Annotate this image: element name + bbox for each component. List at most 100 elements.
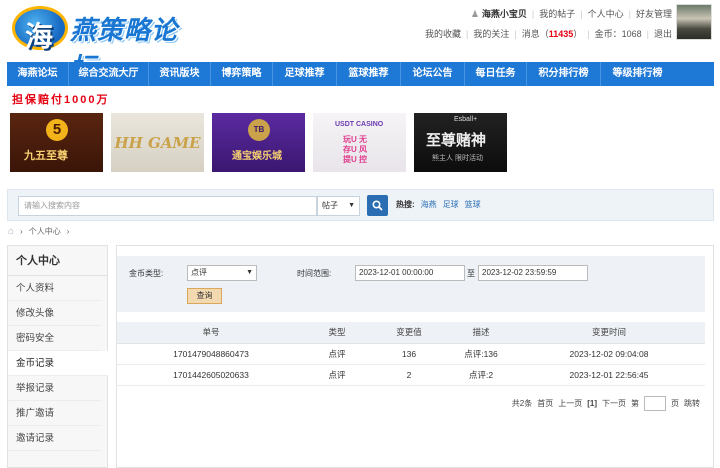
table-row: 1701442605020633 点评 2 点评:2 2023-12-01 22… xyxy=(117,364,705,386)
nav-item-strategy[interactable]: 博弈策略 xyxy=(211,62,273,86)
main-panel: 金币类型: 点评 ▼ 时间范围: 2023-12-01 00:00:00 至 2… xyxy=(116,245,714,468)
query-button[interactable]: 查询 xyxy=(187,288,222,304)
hot-search-label: 热搜: xyxy=(396,200,415,209)
sidebar-item-coin-records[interactable]: 金币记录 xyxy=(8,351,108,376)
ad-banner-tongbao[interactable]: TB 通宝娱乐城 xyxy=(212,113,305,172)
divider: | xyxy=(587,28,590,39)
username-link[interactable]: 海燕小宝贝 xyxy=(482,7,527,20)
pager-goto-prefix: 第 xyxy=(631,399,639,408)
logout-link[interactable]: 退出 xyxy=(654,27,672,40)
cell-time: 2023-12-02 09:04:08 xyxy=(513,343,705,365)
ad-usdt-side: 玩U 无 存U 风 提U 控 xyxy=(343,135,367,164)
divider: | xyxy=(646,28,649,39)
col-time: 变更时间 xyxy=(513,322,705,344)
search-button[interactable] xyxy=(367,195,388,216)
hot-search-term[interactable]: 海燕 xyxy=(421,199,437,210)
nav-item-points-rank[interactable]: 积分排行榜 xyxy=(527,62,601,86)
nav-item-announcements[interactable]: 论坛公告 xyxy=(401,62,465,86)
search-bar: 请输入搜索内容 帖子 ▼ 热搜: 海燕 足球 篮球 xyxy=(7,189,714,221)
site-logo[interactable]: 海 燕策略论坛 xyxy=(8,4,198,83)
guarantee-banner: 担保赔付1000万 xyxy=(12,94,110,106)
friends-link[interactable]: 好友管理 xyxy=(636,7,672,20)
nav-item-daily-tasks[interactable]: 每日任务 xyxy=(465,62,527,86)
pager-current: [1] xyxy=(587,399,597,408)
messages-suffix: ） xyxy=(573,29,583,39)
sidebar-item-invites[interactable]: 邀请记录 xyxy=(8,426,101,451)
filter-form: 金币类型: 点评 ▼ 时间范围: 2023-12-01 00:00:00 至 2… xyxy=(117,256,705,312)
chevron-down-icon: ▼ xyxy=(348,202,355,209)
avatar[interactable] xyxy=(676,4,712,40)
ad-banner-hhgame[interactable]: HH GAME xyxy=(111,113,204,172)
logo-char: 海 xyxy=(25,20,54,53)
user-links-bottom: 我的收藏 | 我的关注 | 消息（11435） | 金币：1068 | 退出 xyxy=(425,27,672,40)
cell-change: 136 xyxy=(369,343,449,365)
ad-banner-95[interactable]: 5 九五至尊 xyxy=(10,113,103,172)
col-description: 描述 xyxy=(449,322,513,344)
page-number-input[interactable] xyxy=(644,396,666,411)
cell-time: 2023-12-01 22:56:45 xyxy=(513,364,705,386)
hot-searches: 热搜: 海燕 足球 篮球 xyxy=(396,199,481,210)
hot-search-term[interactable]: 篮球 xyxy=(465,199,481,210)
ad-esball-sub: 熊主人 限时活动 xyxy=(432,155,483,162)
ad-banner-esball[interactable]: Esball+ 至尊赌神 熊主人 限时活动 xyxy=(414,113,507,172)
favorites-link[interactable]: 我的收藏 xyxy=(425,27,461,40)
ad-banner-usdt[interactable]: USDT CASINO 玩U 无 存U 风 提U 控 xyxy=(313,113,406,172)
coin-records-table: 单号 类型 变更值 描述 变更时间 1701479048860473 点评 13… xyxy=(117,322,705,386)
ad-tongbao-text: 通宝娱乐城 xyxy=(232,151,282,162)
nav-item-level-rank[interactable]: 等级排行榜 xyxy=(601,62,674,86)
messages-link[interactable]: 消息（11435） xyxy=(522,27,583,40)
cell-description: 点评:136 xyxy=(449,343,513,365)
pager-first[interactable]: 首页 xyxy=(537,398,553,409)
cell-change: 2 xyxy=(369,364,449,386)
col-type: 类型 xyxy=(305,322,369,344)
coin-type-value: 点评 xyxy=(191,268,207,277)
hot-search-term[interactable]: 足球 xyxy=(443,199,459,210)
divider: | xyxy=(465,28,469,39)
pager-next[interactable]: 下一页 xyxy=(602,398,626,409)
sidebar-item-profile[interactable]: 个人资料 xyxy=(8,276,101,301)
nav-item-news[interactable]: 资讯版块 xyxy=(149,62,211,86)
cell-order-no: 1701479048860473 xyxy=(117,343,305,365)
nav-item-basketball[interactable]: 篮球推荐 xyxy=(337,62,401,86)
coins-label: 金币： xyxy=(594,29,622,39)
date-to-input[interactable]: 2023-12-02 23:59:59 xyxy=(478,265,588,281)
nav-item-lobby[interactable]: 综合交流大厅 xyxy=(69,62,149,86)
pager-jump-button[interactable]: 跳转 xyxy=(684,398,700,409)
sidebar-item-password[interactable]: 密码安全 xyxy=(8,326,101,351)
date-from-input[interactable]: 2023-12-01 00:00:00 xyxy=(355,265,465,281)
cell-type: 点评 xyxy=(305,364,369,386)
user-links-top: ♟ 海燕小宝贝 | 我的帖子 | 个人中心 | 好友管理 xyxy=(471,7,672,20)
breadcrumb-separator: › xyxy=(20,227,23,236)
cell-description: 点评:2 xyxy=(449,364,513,386)
cell-order-no: 1701442605020633 xyxy=(117,364,305,386)
coin-type-select[interactable]: 点评 ▼ xyxy=(187,265,257,281)
coins-value: 1068 xyxy=(621,29,642,39)
pager-prev[interactable]: 上一页 xyxy=(558,398,582,409)
search-input[interactable]: 请输入搜索内容 xyxy=(18,196,317,216)
col-order-no: 单号 xyxy=(117,322,305,344)
follows-link[interactable]: 我的关注 xyxy=(473,27,509,40)
header: 海 燕策略论坛 ♟ 海燕小宝贝 | 我的帖子 | 个人中心 | 好友管理 我的收… xyxy=(0,0,720,83)
home-icon[interactable]: ⌂ xyxy=(8,226,14,237)
breadcrumb-current[interactable]: 个人中心 xyxy=(29,226,61,237)
sidebar-item-avatar[interactable]: 修改头像 xyxy=(8,301,101,326)
pager-goto-suffix: 页 xyxy=(671,399,679,408)
profile-link[interactable]: 个人中心 xyxy=(588,7,624,20)
ad-tongbao-icon: TB xyxy=(248,119,270,141)
my-posts-link[interactable]: 我的帖子 xyxy=(539,7,575,20)
ad-strip: 5 九五至尊 HH GAME TB 通宝娱乐城 USDT CASINO 玩U 无… xyxy=(10,113,507,172)
search-scope-value: 帖子 xyxy=(322,201,338,210)
ad-usdt-text: USDT CASINO xyxy=(335,121,384,128)
nav-item-home[interactable]: 海燕论坛 xyxy=(7,62,69,86)
coins-display: 金币：1068 xyxy=(595,27,642,40)
sidebar: 个人中心 个人资料 修改头像 密码安全 金币记录 举报记录 推广邀请 邀请记录 xyxy=(7,245,108,468)
sidebar-item-reports[interactable]: 举报记录 xyxy=(8,376,101,401)
ad-esball-text: 至尊赌神 xyxy=(426,131,487,149)
divider: | xyxy=(531,8,535,19)
nav-item-football[interactable]: 足球推荐 xyxy=(273,62,337,86)
sidebar-item-referral[interactable]: 推广邀请 xyxy=(8,401,101,426)
ad-95-icon: 5 xyxy=(46,119,68,141)
search-scope-select[interactable]: 帖子 ▼ xyxy=(317,196,360,216)
pagination: 共2条 首页 上一页 [1] 下一页 第 页 跳转 xyxy=(512,396,700,411)
sidebar-title: 个人中心 xyxy=(8,246,107,276)
